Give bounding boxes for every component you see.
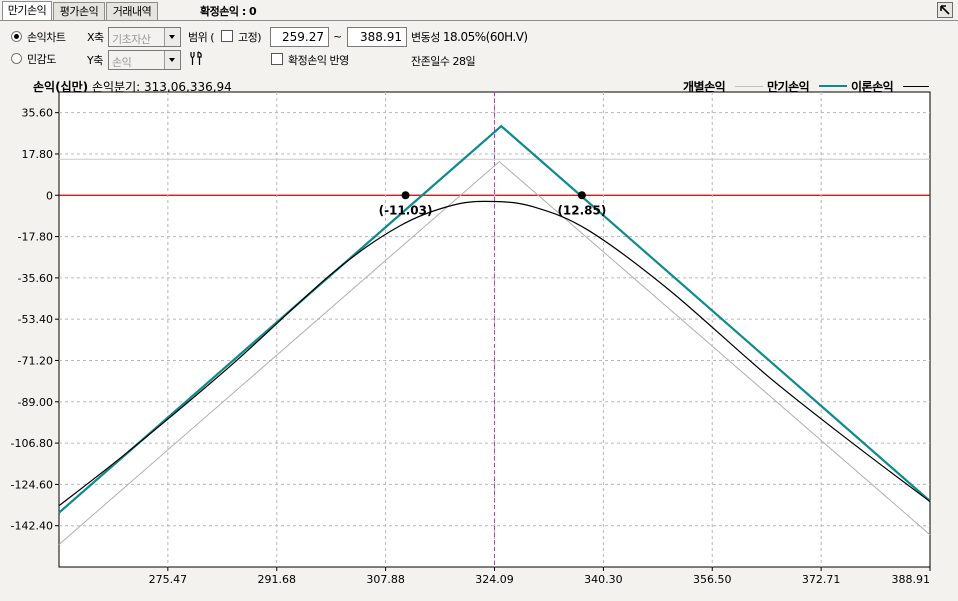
x-tick-label: 291.68 [258, 573, 297, 586]
x-tick-label: 340.30 [584, 573, 623, 586]
x-tick-label: 275.47 [149, 573, 188, 586]
y-tick-label: -89.00 [18, 396, 53, 409]
x-tick-label: 324.09 [475, 573, 514, 586]
y-tick-label: -142.40 [11, 520, 53, 533]
y-tick-label: -17.80 [18, 231, 53, 244]
y-tick-label: -106.80 [11, 437, 53, 450]
y-tick-label: -35.60 [18, 272, 53, 285]
y-tick-label: 0 [46, 189, 53, 202]
x-tick-label: 307.88 [366, 573, 405, 586]
pnl-chart: (-11.03) (12.85) 35.60 17.80 0 -17.80 -35.60 -… [11, 91, 931, 586]
y-tick-label: 35.60 [22, 107, 54, 120]
breakeven-annotation: (12.85) [557, 203, 606, 217]
x-tick-label: 372.71 [802, 573, 841, 586]
y-tick-label: 17.80 [22, 148, 54, 161]
y-tick-label: -53.40 [18, 313, 53, 326]
y-tick-label: -71.20 [18, 354, 53, 367]
breakeven-point [577, 191, 586, 200]
y-tick-label: -124.60 [11, 478, 53, 491]
x-tick-label: 388.91 [892, 573, 931, 586]
breakeven-annotation: (-11.03) [379, 203, 433, 217]
x-tick-label: 356.50 [693, 573, 732, 586]
breakeven-point [401, 191, 410, 200]
